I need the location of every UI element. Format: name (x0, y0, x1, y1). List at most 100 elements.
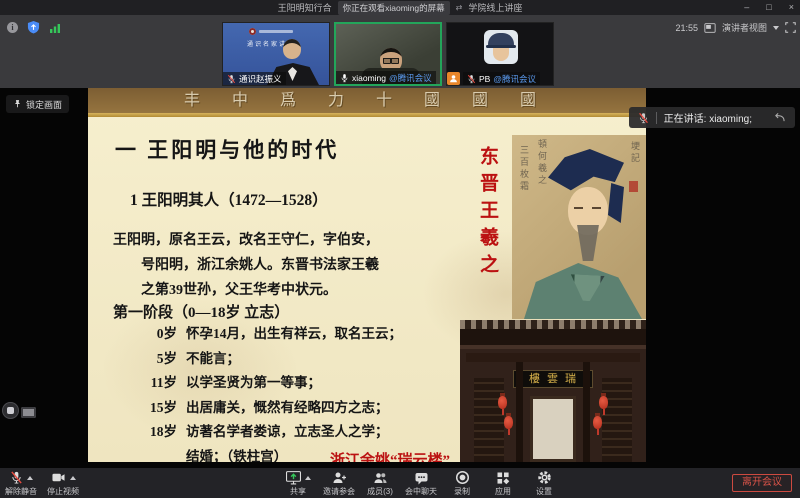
mic-muted-icon (10, 470, 23, 485)
slide-title: 一 王阳明与他的时代 (115, 134, 339, 164)
members-button[interactable]: 成员(3) (363, 470, 397, 497)
calligraphy-column: 三百枚霜 (518, 145, 531, 193)
participant-name-label: 通识赵振义 (223, 72, 286, 85)
participant-head (283, 39, 301, 59)
slide-timeline: 0岁怀孕14月，出生有祥云，取名王云； 5岁不能言； 11岁以学圣贤为第一等事；… (143, 322, 402, 462)
presentation-slide: 丰 中 爲 力 十 國 國 國 一 王阳明与他的时代 1 王阳明其人（1472—… (88, 88, 646, 462)
minimize-button[interactable]: – (744, 0, 749, 15)
settings-button[interactable]: 设置 (527, 470, 561, 497)
avatar (484, 30, 518, 64)
red-seal-stamp (629, 181, 638, 192)
red-lantern (593, 416, 602, 429)
video-thumbnail-xiaoming[interactable]: xiaoming@腾讯会议 (334, 22, 442, 86)
name-chip: PB@腾讯会议 (463, 72, 540, 85)
participant-org: @腾讯会议 (493, 73, 536, 85)
timeline-text: 以学圣贤为第一等事； (186, 371, 321, 391)
video-thumbnail-zhaozhenyi[interactable]: 通识名家讲座 通识赵振义 (222, 22, 330, 86)
timeline-age: 18岁 (143, 420, 177, 440)
toolbar-left-group: 解除静音 停止视频 (4, 470, 80, 497)
participant-name-label: xiaoming@腾讯会议 (336, 71, 436, 84)
share-label: 共享 (290, 486, 306, 497)
participant-glasses (383, 58, 399, 62)
apps-button[interactable]: 应用 (486, 470, 520, 497)
slide-subtitle: 1 王阳明其人（1472—1528） (130, 188, 328, 210)
invite-icon (332, 471, 347, 485)
banner-gold-line (88, 113, 646, 117)
person-icon (449, 74, 458, 83)
chat-label: 会中聊天 (405, 486, 437, 497)
security-shield-icon[interactable] (27, 21, 40, 34)
mic-muted-icon (227, 74, 236, 84)
participant-name-label: PB@腾讯会议 (447, 72, 544, 85)
timeline-age: 15岁 (143, 396, 177, 416)
ruiyunlou-building-image: 樓雲瑞 (460, 320, 646, 462)
unmute-button[interactable]: 解除静音 (4, 470, 38, 497)
floating-reaction-button[interactable] (2, 402, 19, 419)
stop-video-button[interactable]: 停止视频 (46, 470, 80, 497)
network-signal-icon[interactable] (49, 22, 61, 34)
mic-muted-icon (467, 74, 476, 84)
pin-view-button[interactable]: 锁定画面 (6, 95, 69, 113)
slide-paragraph: 王阳明，原名王云，改名王守仁，字伯安， 号阳明，浙江余姚人。东晋书法家王羲 之第… (113, 228, 465, 303)
calligraphy-column: 頓何羲之 (536, 139, 549, 187)
avatar-face (493, 48, 509, 61)
video-options-caret[interactable] (70, 476, 76, 480)
share-options-caret[interactable] (305, 476, 311, 480)
portrait-eye (574, 207, 583, 209)
share-screen-button[interactable]: 共享 (281, 470, 315, 497)
slide-stage-heading: 第一阶段（0—18岁 立志） (113, 301, 289, 322)
settings-label: 设置 (536, 486, 552, 497)
speaking-indicator: 正在讲话: xiaoming; (629, 107, 795, 128)
apps-icon (496, 471, 510, 485)
lattice-panel (602, 378, 632, 462)
meeting-info-icon[interactable]: i (7, 22, 18, 33)
red-lantern (599, 396, 608, 409)
fullscreen-icon[interactable] (785, 22, 796, 33)
apps-label: 应用 (495, 486, 511, 497)
portrait-hat-flap (608, 183, 624, 223)
camera-icon (51, 471, 66, 484)
floating-preview-widget[interactable] (21, 407, 36, 418)
invite-button[interactable]: 邀请参会 (322, 470, 356, 497)
calligraphy-column: 埂記 (629, 141, 642, 165)
lattice-panel (474, 378, 504, 462)
meeting-toolbar: 解除静音 停止视频 共享 邀 (0, 468, 800, 498)
timeline-row: 5岁不能言； (143, 347, 402, 372)
record-button[interactable]: 录制 (445, 470, 479, 497)
timeline-age: 0岁 (143, 322, 177, 342)
meeting-status-icons: i (7, 21, 61, 34)
wangxizhi-portrait-image: 三百枚霜 頓何羲之 埂記 (512, 135, 646, 319)
layout-icon (704, 22, 716, 34)
share-screen-icon (286, 470, 301, 485)
leave-meeting-button[interactable]: 离开会议 (732, 474, 792, 492)
members-icon (373, 471, 388, 485)
record-label: 录制 (454, 486, 470, 497)
timeline-text: 结婚；（铁柱宫） (186, 445, 287, 463)
timeline-row: 18岁访著名学者娄谅，立志圣人之学； (143, 420, 402, 445)
chat-icon (414, 471, 429, 485)
pin-view-label: 锁定画面 (26, 98, 62, 111)
chat-button[interactable]: 会中聊天 (404, 470, 438, 497)
mic-muted-icon[interactable] (638, 112, 649, 124)
timeline-text: 访著名学者娄谅，立志圣人之学； (186, 420, 389, 440)
pillar (516, 362, 523, 462)
eave-beam (466, 353, 640, 362)
speaking-label: 正在讲话: xiaoming; (664, 110, 752, 125)
view-mode-label[interactable]: 演讲者视图 (722, 21, 767, 34)
maximize-button[interactable]: □ (766, 0, 771, 15)
divider (656, 112, 657, 124)
timeline-row: 0岁怀孕14月，出生有祥云，取名王云； (143, 322, 402, 347)
chevron-down-icon[interactable] (773, 26, 779, 30)
meeting-title: 王阳明知行合 (278, 1, 332, 14)
switch-view-icon[interactable]: ⇄ (456, 3, 463, 12)
video-thumbnail-pb[interactable]: PB@腾讯会议 (446, 22, 554, 86)
record-icon (455, 470, 470, 485)
pin-icon (13, 99, 22, 109)
mic-options-caret[interactable] (27, 476, 33, 480)
close-button[interactable]: × (789, 0, 794, 15)
stop-video-label: 停止视频 (47, 486, 79, 497)
reply-arrow-icon[interactable] (773, 112, 786, 123)
watching-screen-badge: 你正在观看xiaoming的屏幕 (338, 1, 450, 15)
participant-role-badge (447, 72, 460, 85)
university-logo-icon (249, 28, 256, 35)
